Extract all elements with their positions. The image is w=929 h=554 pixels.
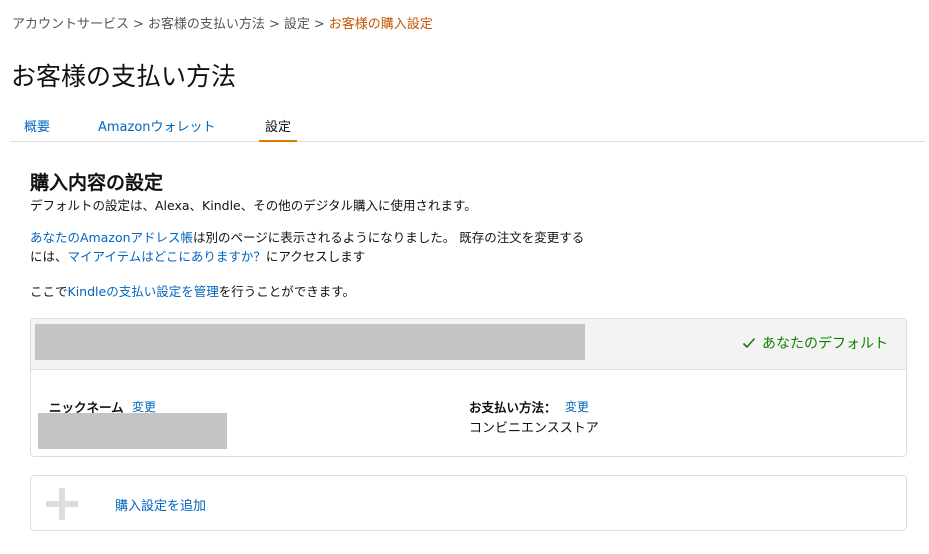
address-notice-text-3: にアクセスします bbox=[265, 249, 366, 264]
breadcrumb-separator: > bbox=[268, 17, 280, 32]
kindle-notice-suffix: を行うことができます。 bbox=[218, 284, 355, 299]
breadcrumb: アカウントサービス > お客様の支払い方法 > 設定 > お客様の購入設定 bbox=[12, 13, 433, 32]
breadcrumb-account-services[interactable]: アカウントサービス bbox=[12, 17, 129, 32]
breadcrumb-current: お客様の購入設定 bbox=[328, 17, 433, 32]
payment-method-change-link[interactable]: 変更 bbox=[565, 398, 589, 415]
kindle-payment-settings-link[interactable]: Kindleの支払い設定を管理 bbox=[68, 284, 219, 299]
breadcrumb-settings[interactable]: 設定 bbox=[284, 17, 310, 32]
address-notice: あなたのAmazonアドレス帳は別のページに表示されるようになりました。 既存の… bbox=[30, 228, 650, 266]
tab-settings[interactable]: 設定 bbox=[265, 116, 291, 135]
address-notice-text-2: には、 bbox=[30, 249, 68, 264]
card-header: あなたのデフォルト bbox=[31, 319, 906, 370]
purchase-preference-card: あなたのデフォルト ニックネーム 変更 お支払い方法： 変更 コンビニエンススト… bbox=[30, 318, 907, 457]
tab-overview[interactable]: 概要 bbox=[24, 116, 50, 135]
tab-amazon-wallet[interactable]: Amazonウォレット bbox=[98, 116, 216, 135]
redacted-preference-name bbox=[35, 324, 585, 360]
tab-bar: 概要 Amazonウォレット 設定 bbox=[10, 110, 925, 142]
check-icon bbox=[742, 337, 756, 349]
redacted-nickname bbox=[38, 413, 227, 449]
add-purchase-preference-button[interactable]: 購入設定を追加 bbox=[30, 475, 907, 531]
payment-method-value: コンビニエンスストア bbox=[469, 421, 599, 436]
breadcrumb-separator: > bbox=[313, 17, 325, 32]
active-tab-indicator bbox=[259, 140, 297, 142]
payment-method-label: お支払い方法： bbox=[469, 400, 557, 415]
add-purchase-preference-link[interactable]: 購入設定を追加 bbox=[115, 495, 206, 514]
section-title: 購入内容の設定 bbox=[30, 172, 164, 194]
default-badge: あなたのデフォルト bbox=[742, 333, 888, 353]
section-description: デフォルトの設定は、Alexa、Kindle、その他のデジタル購入に使用されます… bbox=[30, 198, 477, 213]
plus-icon bbox=[46, 488, 78, 520]
address-notice-text: は別のページに表示されるようになりました。 既存の注文を変更する bbox=[193, 230, 585, 245]
kindle-notice-prefix: ここで bbox=[30, 284, 68, 299]
address-book-link[interactable]: あなたのAmazonアドレス帳 bbox=[30, 230, 193, 245]
where-are-my-items-link[interactable]: マイアイテムはどこにありますか？ bbox=[68, 249, 266, 264]
breadcrumb-separator: > bbox=[133, 17, 144, 32]
breadcrumb-payment-methods[interactable]: お客様の支払い方法 bbox=[148, 17, 265, 32]
kindle-notice: ここでKindleの支払い設定を管理を行うことができます。 bbox=[30, 281, 355, 300]
default-label: あなたのデフォルト bbox=[762, 336, 888, 352]
page-title: お客様の支払い方法 bbox=[11, 62, 237, 91]
